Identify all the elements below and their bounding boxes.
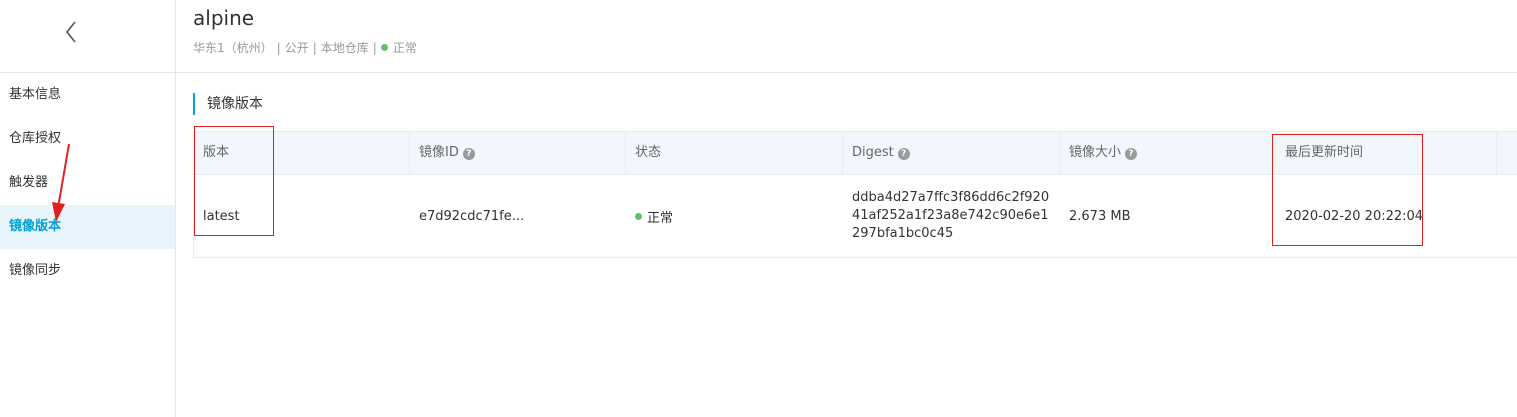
help-icon[interactable]: ? bbox=[897, 148, 910, 160]
cell-size: 2.673 MB bbox=[1069, 208, 1131, 224]
divider: | bbox=[276, 41, 281, 55]
table-row: latest e7d92cdc71fe... 正常 ddba4d27a7ffc3… bbox=[194, 175, 1517, 257]
visibility-label: 公开 bbox=[284, 41, 309, 55]
column-label: 镜像大小 bbox=[1069, 145, 1122, 160]
section-title: 镜像版本 bbox=[193, 93, 263, 115]
help-icon[interactable]: ? bbox=[1125, 148, 1138, 160]
sidebar-nav: 基本信息 仓库授权 触发器 镜像版本 镜像同步 bbox=[0, 73, 175, 293]
repo-type-label: 本地仓库 bbox=[320, 41, 369, 55]
cell-actions bbox=[1497, 175, 1517, 257]
sidebar-item-basic-info[interactable]: 基本信息 bbox=[0, 73, 175, 117]
cell-status: 正常 bbox=[626, 175, 843, 257]
status-text: 正常 bbox=[647, 210, 674, 226]
column-header-actions bbox=[1497, 132, 1517, 174]
column-header-digest: Digest? bbox=[843, 132, 1060, 174]
sidebar-item-label: 镜像同步 bbox=[9, 263, 62, 278]
cell-image-id: e7d92cdc71fe... bbox=[419, 208, 525, 224]
divider: | bbox=[372, 41, 377, 55]
divider: | bbox=[312, 41, 317, 55]
repo-meta: 华东1（杭州） | 公开 | 本地仓库 | 正常 bbox=[193, 39, 417, 56]
column-header-status: 状态 bbox=[626, 132, 843, 174]
region-label: 华东1（杭州） bbox=[193, 41, 273, 55]
sidebar-item-repo-auth[interactable]: 仓库授权 bbox=[0, 117, 175, 161]
main-content: alpine 华东1（杭州） | 公开 | 本地仓库 | 正常 镜像版本 版本 镜像ID? … bbox=[176, 0, 1517, 417]
column-header-updated: 最后更新时间 bbox=[1276, 132, 1497, 174]
back-area bbox=[0, 0, 175, 73]
sidebar-item-label: 触发器 bbox=[9, 175, 49, 190]
status-dot-icon bbox=[380, 44, 388, 51]
cell-digest: ddba4d27a7ffc3f86dd6c2f92041af252a1f23a8… bbox=[843, 175, 1060, 257]
sidebar: 基本信息 仓库授权 触发器 镜像版本 镜像同步 bbox=[0, 0, 176, 417]
column-label: Digest bbox=[852, 145, 894, 160]
annotation-arrow bbox=[52, 143, 70, 222]
column-label: 镜像ID bbox=[419, 145, 459, 160]
column-label: 版本 bbox=[203, 145, 230, 160]
table-header: 版本 镜像ID? 状态 Digest? 镜像大小? 最后更新时间 bbox=[194, 132, 1517, 175]
versions-table: 版本 镜像ID? 状态 Digest? 镜像大小? 最后更新时间 latest … bbox=[193, 131, 1517, 258]
chevron-left-icon[interactable] bbox=[60, 18, 84, 46]
column-header-image-id: 镜像ID? bbox=[410, 132, 626, 174]
column-header-size: 镜像大小? bbox=[1060, 132, 1276, 174]
sidebar-item-label: 基本信息 bbox=[9, 87, 62, 102]
column-header-version: 版本 bbox=[194, 132, 410, 174]
page-title: alpine bbox=[193, 6, 255, 30]
page-header: alpine 华东1（杭州） | 公开 | 本地仓库 | 正常 bbox=[176, 0, 1517, 73]
cell-updated: 2020-02-20 20:22:04 bbox=[1285, 208, 1424, 224]
column-label: 状态 bbox=[635, 145, 662, 160]
help-icon[interactable]: ? bbox=[462, 148, 475, 160]
cell-version: latest bbox=[203, 208, 240, 224]
sidebar-item-image-sync[interactable]: 镜像同步 bbox=[0, 249, 175, 293]
sidebar-item-image-versions[interactable]: 镜像版本 bbox=[0, 205, 175, 249]
status-dot-icon bbox=[635, 212, 642, 220]
column-label: 最后更新时间 bbox=[1285, 145, 1364, 160]
status-label: 正常 bbox=[392, 41, 417, 55]
digest-text: ddba4d27a7ffc3f86dd6c2f92041af252a1f23a8… bbox=[852, 190, 1050, 241]
sidebar-item-triggers[interactable]: 触发器 bbox=[0, 161, 175, 205]
